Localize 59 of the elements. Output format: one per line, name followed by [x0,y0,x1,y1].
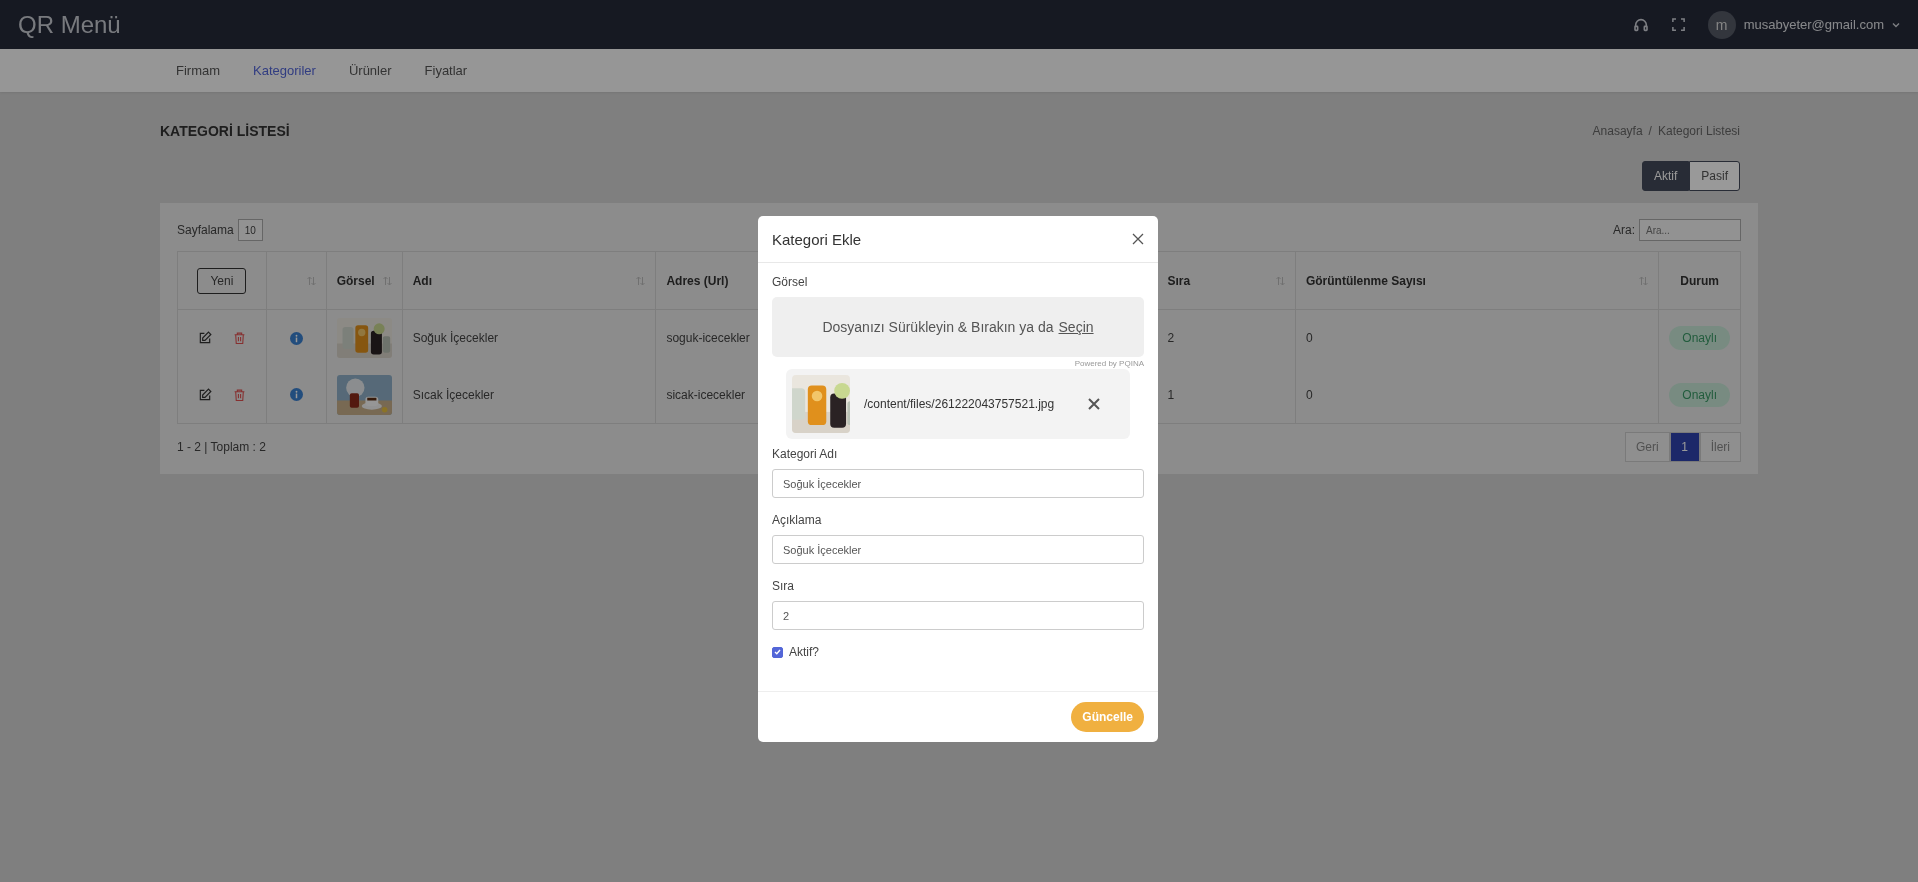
new-button[interactable]: Yeni [197,267,247,294]
user-email[interactable]: musabyeter@gmail.com [1743,17,1884,32]
page-button[interactable]: 1 [1669,432,1700,462]
column-header: Adı [412,273,432,288]
filter-toggle-button[interactable]: Pasif [1689,161,1740,191]
file-drop-zone[interactable]: Dosyanızı Sürükleyin & Bırakın ya da Seçin [772,297,1144,357]
text-field[interactable]: Soğuk İçecekler [772,535,1144,564]
field-label: Görsel [772,275,809,289]
info-icon[interactable] [289,331,303,345]
column-header: Görüntülenme Sayısı [1305,273,1426,288]
text-field[interactable]: Soğuk İçecekler [772,469,1144,498]
page-size-select[interactable]: 10 [237,219,263,241]
table-cell: 0 [1295,309,1659,367]
trash-icon[interactable] [232,331,246,346]
breadcrumb-separator: / [1648,123,1652,138]
caret-icon[interactable] [1892,21,1900,28]
modal-title: Kategori Ekle [772,230,862,248]
info-icon[interactable] [289,388,303,402]
table-cell: Soğuk İçecekler [402,309,656,367]
filter-toggle-button[interactable]: Aktif [1641,161,1690,191]
drop-zone-text: Dosyanızı Sürükleyin & Bırakın ya da [822,319,1054,335]
checkbox-label: Aktif? [789,645,819,659]
file-path: /content/files/261222043757521.jpg [864,397,1056,411]
table-summary: 1 - 2 | Toplam : 2 [177,440,266,454]
remove-icon[interactable] [1088,398,1100,410]
field-label: Açıklama [772,513,823,527]
field-label: Sıra [772,579,795,593]
trash-icon[interactable] [232,387,246,402]
page-title: KATEGORİ LİSTESİ [160,122,290,139]
status-badge: Onaylı [1669,382,1730,407]
nav-tab[interactable]: Fiyatlar [424,63,468,78]
nav-tab[interactable]: Firmam [176,63,221,78]
search-label: Ara: [1613,222,1635,237]
headset-icon[interactable] [1632,16,1649,33]
user-avatar[interactable]: m [1707,10,1736,39]
column-header: Sıra [1167,273,1191,288]
nav-tab[interactable]: Kategoriler [253,63,316,78]
app-title: QR Menü [18,10,122,39]
field-label: Kategori Adı [772,447,839,461]
next-button[interactable]: İleri [1699,432,1741,462]
column-header: Durum [1680,273,1719,288]
column-header: Adres (Url) [666,273,729,288]
table-cell: 0 [1295,366,1659,424]
breadcrumb-link[interactable]: Anasayfa [1592,123,1643,138]
fullscreen-icon[interactable] [1670,17,1686,32]
column-header: Görsel [336,273,375,288]
nav-tab[interactable]: Ürünler [348,63,392,78]
browse-link[interactable]: Seçin [1058,319,1094,335]
search-field[interactable]: Ara... [1639,219,1741,241]
table-cell: Sıcak İçecekler [402,366,656,424]
page-size-label: Sayfalama [177,222,234,237]
edit-icon[interactable] [198,331,213,346]
credit-text: Powered by PQINA [1073,359,1144,368]
close-icon[interactable] [1132,233,1144,245]
edit-icon[interactable] [198,387,213,402]
checkbox[interactable] [772,646,783,658]
status-badge: Onaylı [1669,326,1730,351]
text-field[interactable]: 2 [772,601,1144,630]
prev-button[interactable]: Geri [1625,432,1670,462]
